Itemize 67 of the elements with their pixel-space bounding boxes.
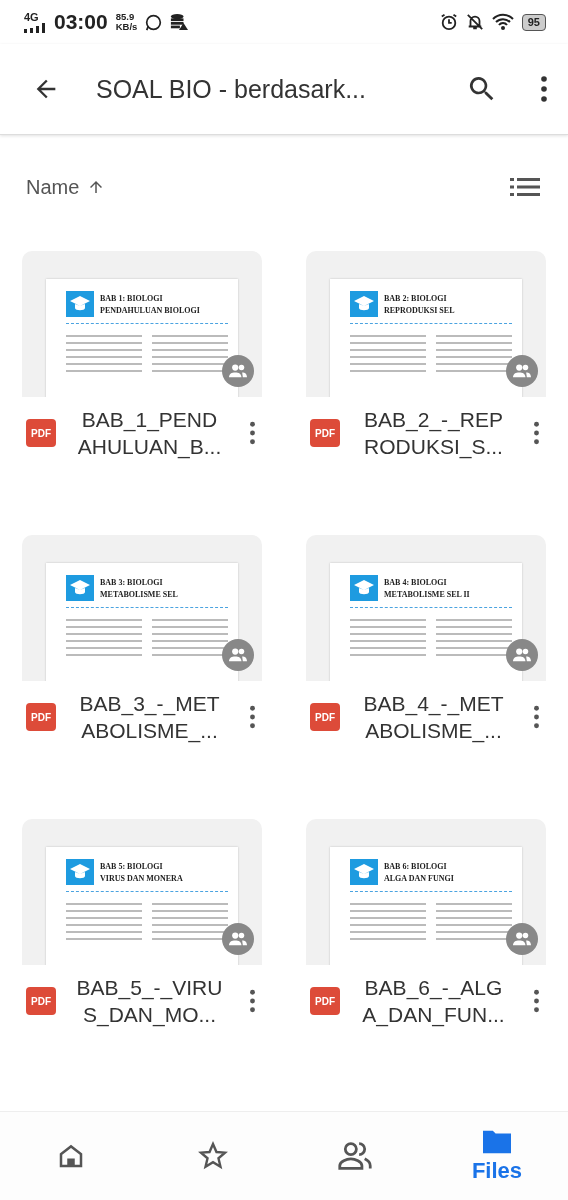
alarm-icon	[439, 13, 458, 31]
file-thumbnail[interactable]: BAB 5: BIOLOGI VIRUS DAN MONERA	[22, 819, 262, 965]
file-name: BAB_1_PEND AHULUAN_B...	[76, 406, 223, 461]
pdf-file-icon: PDF	[26, 987, 56, 1015]
battery-level: 95	[521, 13, 546, 31]
people-icon	[337, 1140, 373, 1172]
document-subtitle: ALGA DAN FUNGI	[384, 873, 454, 883]
file-thumbnail[interactable]: BAB 4: BIOLOGI METABOLISME SEL II	[306, 535, 546, 681]
pdf-file-icon: PDF	[310, 703, 340, 731]
people-icon	[513, 932, 531, 946]
people-icon	[513, 648, 531, 662]
nav-tab[interactable]: Files	[426, 1127, 568, 1185]
people-icon	[229, 648, 247, 662]
speed-value: 85.9	[115, 12, 136, 22]
file-name: BAB_6_-_ALG A_DAN_FUN...	[361, 974, 506, 1029]
list-icon	[510, 177, 540, 197]
document-subtitle: PENDAHULUAN BIOLOGI	[100, 305, 200, 315]
document-subtitle: VIRUS DAN MONERA	[100, 873, 183, 883]
pdf-file-icon: PDF	[26, 419, 56, 447]
pdf-file-icon: PDF	[310, 419, 340, 447]
document-title: BAB 3: BIOLOGI	[100, 577, 164, 587]
file-name: BAB_3_-_MET ABOLISME_...	[78, 690, 221, 745]
more-vertical-icon	[249, 989, 256, 1013]
graduation-cap-drawing	[350, 859, 378, 885]
more-vertical-icon	[533, 705, 540, 729]
graduation-cap-drawing	[66, 859, 94, 885]
star-icon	[197, 1140, 229, 1172]
graduation-cap-drawing	[350, 291, 378, 317]
document-subtitle: REPRODUKSI SEL	[384, 305, 455, 315]
file-thumbnail[interactable]: BAB 2: BIOLOGI REPRODUKSI SEL	[306, 251, 546, 397]
more-vertical-icon	[249, 705, 256, 729]
document-subtitle: METABOLISME SEL	[100, 589, 178, 599]
signal-icon	[24, 22, 46, 33]
file-name: BAB_2_-_REP RODUKSI_S...	[363, 406, 504, 461]
file-thumbnail[interactable]: BAB 6: BIOLOGI ALGA DAN FUNGI	[306, 819, 546, 965]
file-thumbnail[interactable]: BAB 3: BIOLOGI METABOLISME SEL	[22, 535, 262, 681]
clock-time: 03:00	[54, 10, 108, 34]
wifi-icon	[491, 13, 514, 31]
pdf-file-icon: PDF	[26, 703, 56, 731]
more-vertical-icon	[540, 76, 548, 102]
document-title: BAB 4: BIOLOGI	[384, 577, 448, 587]
chat-bubble-icon	[145, 13, 163, 31]
document-title: BAB 2: BIOLOGI	[384, 293, 448, 303]
graduation-cap-drawing	[66, 291, 94, 317]
people-icon	[513, 364, 531, 378]
document-title: BAB 6: BIOLOGI	[384, 861, 448, 871]
bell-off-icon	[465, 13, 484, 31]
document-title: BAB 1: BIOLOGI	[100, 293, 164, 303]
graduation-cap-drawing	[350, 575, 378, 601]
more-vertical-icon	[249, 421, 256, 445]
database-warning-icon	[170, 13, 189, 31]
speed-unit: KB/s	[115, 22, 138, 32]
more-vertical-icon	[533, 989, 540, 1013]
more-vertical-icon	[533, 421, 540, 445]
folder-title: SOAL BIO - berdasark...	[96, 74, 367, 104]
folder-icon	[480, 1128, 514, 1156]
people-icon	[229, 364, 247, 378]
pdf-file-icon: PDF	[310, 987, 340, 1015]
file-thumbnail[interactable]: BAB 1: BIOLOGI PENDAHULUAN BIOLOGI	[22, 251, 262, 397]
document-title: BAB 5: BIOLOGI	[100, 861, 164, 871]
people-icon	[229, 932, 247, 946]
network-type: 4G	[24, 11, 39, 23]
sort-button[interactable]: Name	[26, 175, 106, 199]
graduation-cap-drawing	[66, 575, 94, 601]
file-name: BAB_5_-_VIRU S_DAN_MO...	[75, 974, 224, 1029]
document-subtitle: METABOLISME SEL II	[384, 589, 470, 599]
file-name: BAB_4_-_MET ABOLISME_...	[362, 690, 505, 745]
